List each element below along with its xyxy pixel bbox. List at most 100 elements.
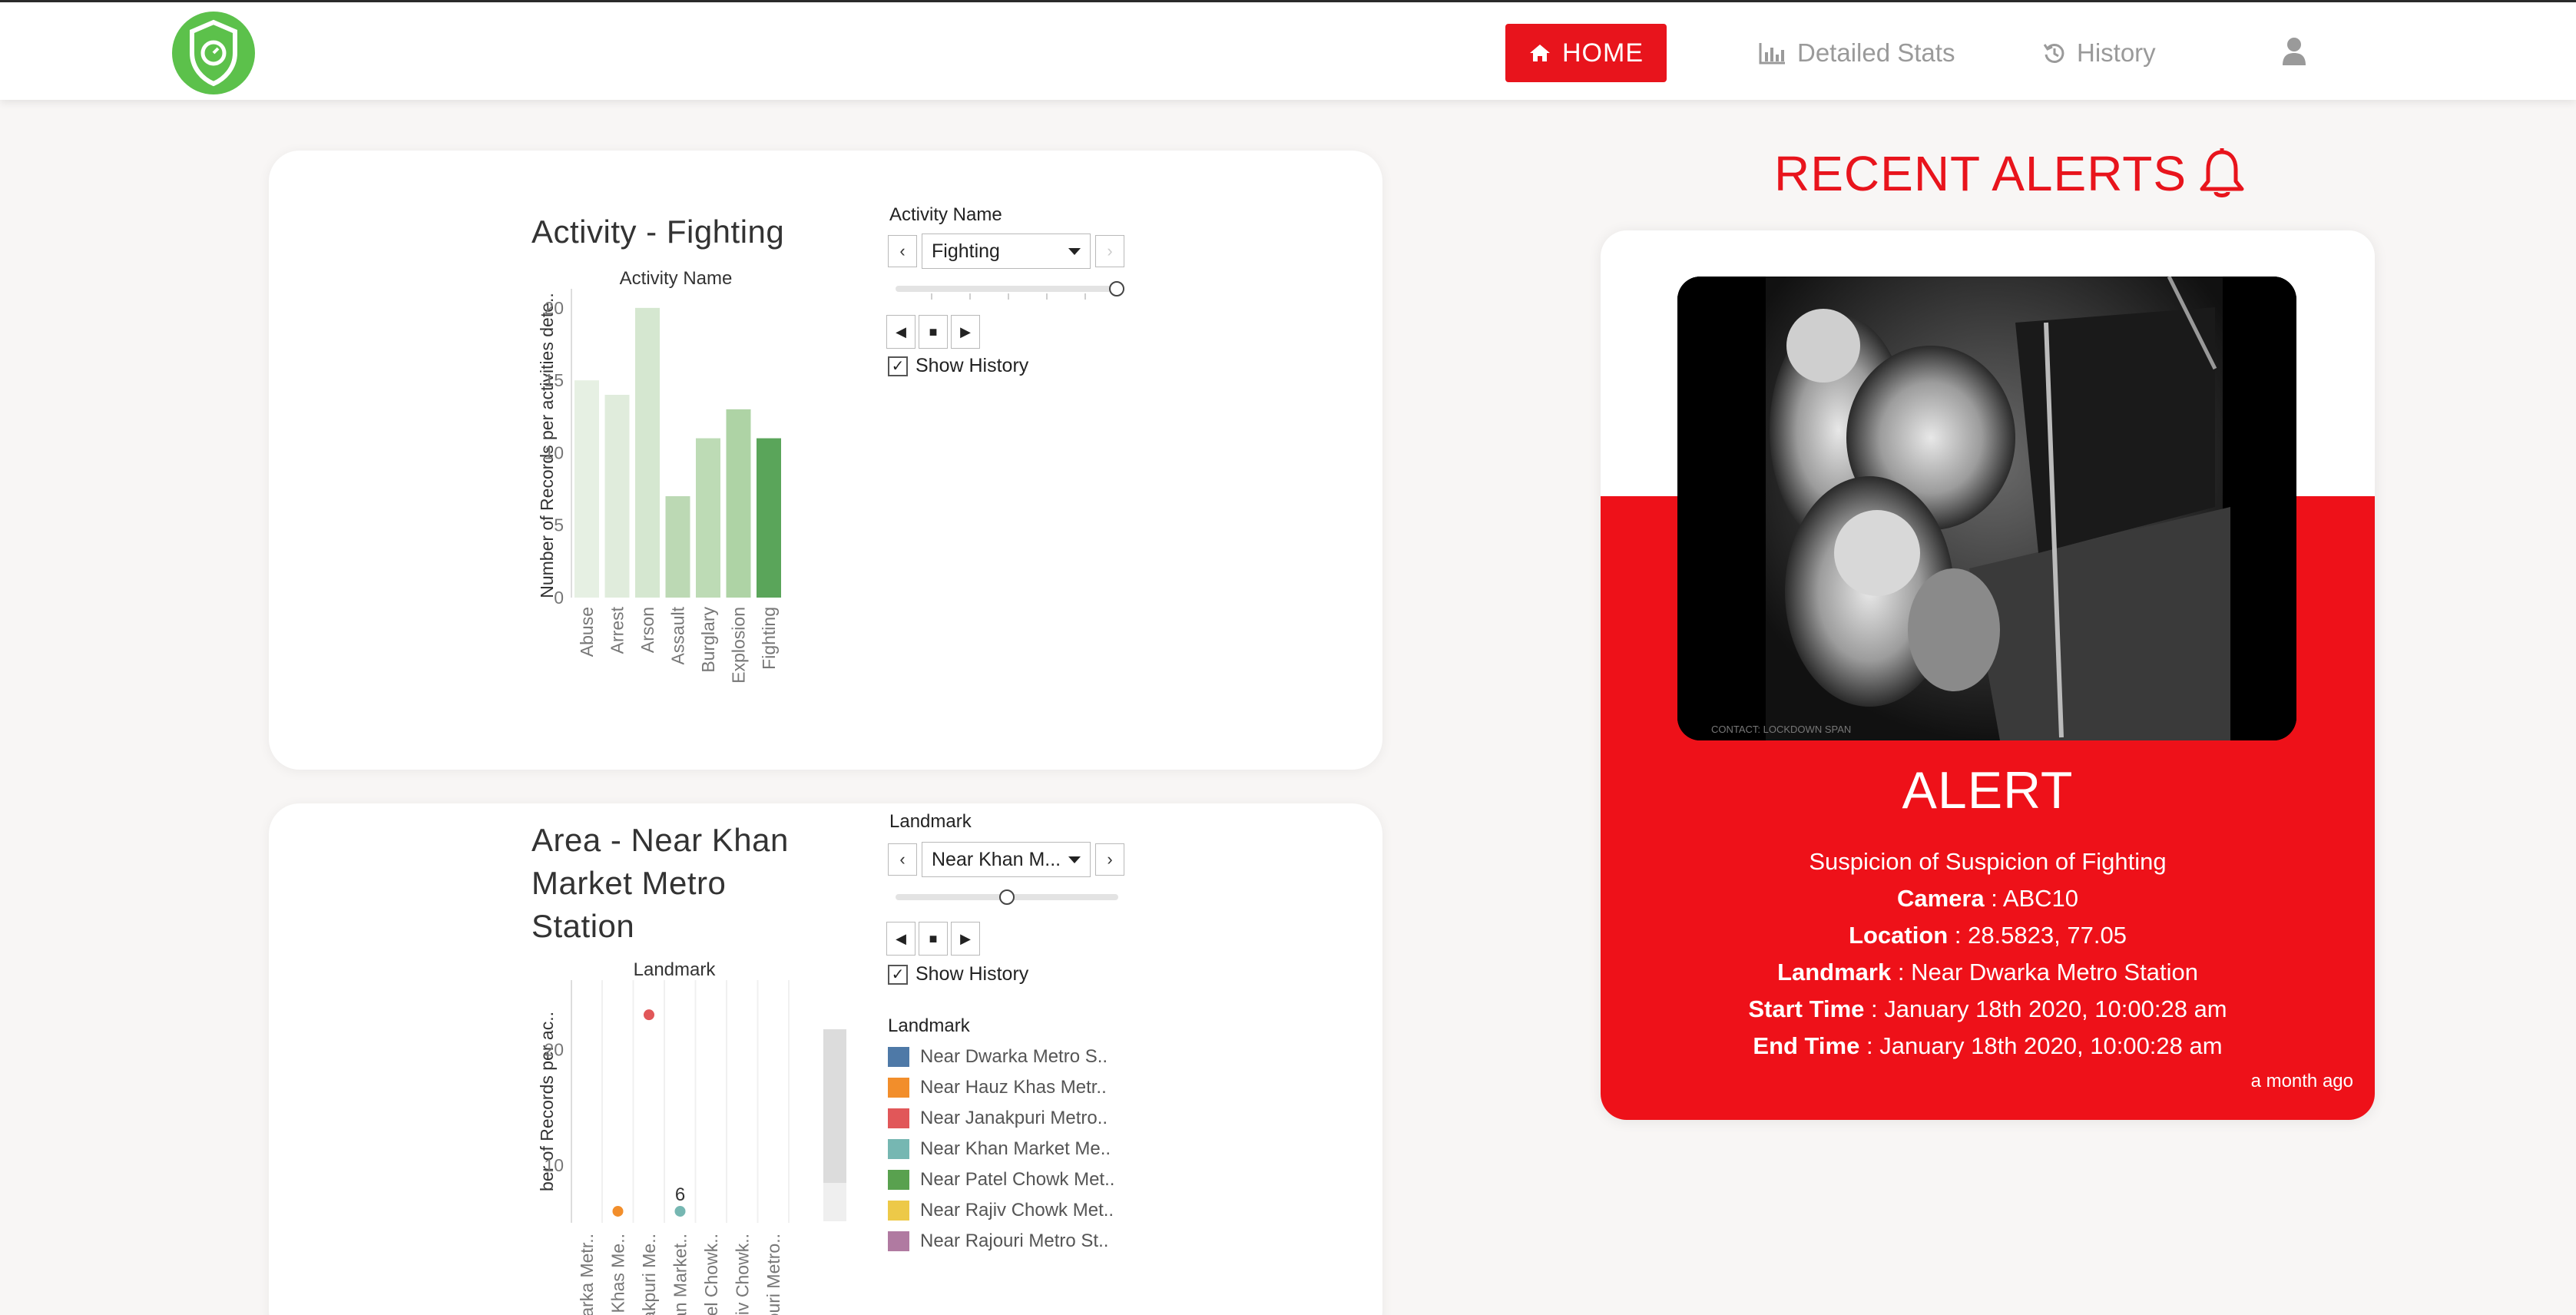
legend-item[interactable]: Near Khan Market Me.. — [888, 1138, 1111, 1160]
bar-explosion — [726, 409, 751, 598]
slider-tick — [1084, 293, 1086, 300]
alert-description: Suspicion of Suspicion of Fighting — [1809, 848, 2167, 875]
scatter-chart-scrollbar[interactable] — [823, 1029, 846, 1183]
history-icon — [2043, 43, 2064, 63]
alert-location-value: : 28.5823, 77.05 — [1948, 922, 2127, 949]
alert-location: Location : 28.5823, 77.05 — [1601, 922, 2375, 949]
landmark-legend-title: Landmark — [888, 1015, 970, 1036]
bar-chart-x-tick: Burglary — [698, 607, 718, 673]
chevron-down-icon — [1068, 856, 1081, 863]
alert-end-time: End Time : January 18th 2020, 10:00:28 a… — [1601, 1032, 2375, 1060]
alert-camera-value: : ABC10 — [1984, 885, 2079, 912]
bar-chart-y-tick: 10 — [544, 442, 564, 462]
legend-swatch — [888, 1047, 909, 1067]
legend-item[interactable]: Near Rajiv Chowk Met.. — [888, 1200, 1114, 1221]
user-icon[interactable] — [2281, 36, 2307, 67]
bar-chart-title: Activity Name — [620, 268, 733, 289]
landmark-step-back-button[interactable]: ◀ — [886, 922, 916, 956]
activity-viz-title: Activity - Fighting — [531, 214, 785, 250]
alert-landmark-value: : Near Dwarka Metro Station — [1891, 959, 2198, 985]
bar-abuse — [574, 380, 599, 598]
scatter-point — [674, 1205, 686, 1217]
scatter-point-label: 6 — [675, 1184, 685, 1205]
landmark-stop-button[interactable]: ■ — [919, 922, 948, 956]
bar-chart-x-tick: Arrest — [608, 606, 627, 654]
legend-item[interactable]: Near Dwarka Metro S.. — [888, 1046, 1108, 1068]
alert-snapshot-image[interactable]: CONTACT: LOCKDOWN SPAN — [1677, 277, 2296, 740]
activity-show-history-checkbox[interactable]: ✓ — [888, 356, 908, 376]
scatter-chart-x-tick: Khan Market.. — [670, 1234, 690, 1315]
scatter-chart-x-tick: Hauz Khas Me.. — [608, 1234, 628, 1315]
bar-fighting — [757, 438, 781, 598]
bar-arrest — [604, 395, 630, 598]
activity-slider-knob[interactable] — [1109, 281, 1124, 296]
legend-swatch — [888, 1139, 909, 1159]
activity-prev-button[interactable]: ‹ — [888, 235, 917, 267]
bar-assault — [665, 496, 690, 598]
scatter-chart-y-tick: 10 — [544, 1155, 564, 1175]
scatter-chart-x-tick: Dwarka Metr.. — [577, 1234, 597, 1315]
landmark-show-history-toggle[interactable]: ✓ Show History — [888, 963, 1028, 985]
slider-tick — [969, 293, 971, 300]
legend-label: Near Janakpuri Metro.. — [920, 1108, 1108, 1128]
landmark-slider-knob[interactable] — [999, 889, 1015, 905]
landmark-play-button[interactable]: ▶ — [951, 922, 980, 956]
alert-start-time-label: Start Time — [1748, 995, 1865, 1022]
landmark-select[interactable]: Near Khan M... — [922, 842, 1091, 877]
activity-select[interactable]: Fighting — [922, 234, 1091, 269]
bar-chart-y-tick: 5 — [554, 515, 564, 535]
landmark-next-button[interactable]: › — [1095, 843, 1124, 876]
area-viz-card: Area - Near Khan Market Metro Station La… — [269, 803, 1382, 1315]
alert-landmark-label: Landmark — [1777, 959, 1892, 985]
home-icon — [1530, 45, 1550, 61]
alert-image-caption: CONTACT: LOCKDOWN SPAN — [1711, 724, 1851, 735]
alert-card[interactable]: CONTACT: LOCKDOWN SPAN ALERT Suspicion o… — [1601, 230, 2375, 1120]
landmark-scatter-chart[interactable]: Landmarkber of Records per ac..1020Dwark… — [530, 957, 891, 1315]
landmark-show-history-checkbox[interactable]: ✓ — [888, 964, 908, 985]
chevron-down-icon — [1068, 248, 1081, 255]
activity-next-button[interactable]: › — [1095, 235, 1124, 267]
legend-swatch — [888, 1170, 909, 1190]
slider-tick — [1046, 293, 1048, 300]
legend-swatch — [888, 1108, 909, 1128]
bar-chart-x-tick: Arson — [637, 607, 657, 653]
alert-end-time-label: End Time — [1753, 1032, 1860, 1059]
scatter-chart-x-tick: Janakpuri Me.. — [639, 1234, 659, 1315]
scatter-chart-x-tick: Rajouri Metro.. — [763, 1234, 783, 1315]
alert-camera: Camera : ABC10 — [1601, 885, 2375, 913]
legend-swatch — [888, 1231, 909, 1251]
nav-home-label: HOME — [1562, 38, 1644, 68]
legend-item[interactable]: Near Hauz Khas Metr.. — [888, 1077, 1107, 1098]
landmark-filter-label: Landmark — [889, 811, 972, 832]
activity-slider-track[interactable] — [896, 286, 1118, 292]
bar-chart-y-tick: 15 — [544, 370, 564, 390]
slider-tick — [931, 293, 932, 300]
alert-start-time-value: : January 18th 2020, 10:00:28 am — [1864, 995, 2227, 1022]
shield-logo-icon[interactable] — [169, 10, 258, 96]
legend-label: Near Dwarka Metro S.. — [920, 1046, 1108, 1067]
nav-home-button[interactable]: HOME — [1505, 24, 1667, 82]
activity-bar-chart[interactable]: Activity NameNumber of Records per activ… — [530, 266, 868, 742]
legend-label: Near Patel Chowk Met.. — [920, 1169, 1115, 1190]
activity-step-back-button[interactable]: ◀ — [886, 315, 916, 349]
bar-burglary — [696, 438, 720, 598]
area-viz-title-line1: Area - Near Khan — [531, 822, 789, 858]
alert-start-time: Start Time : January 18th 2020, 10:00:28… — [1601, 995, 2375, 1023]
legend-item[interactable]: Near Rajouri Metro St.. — [888, 1231, 1108, 1252]
legend-item[interactable]: Near Patel Chowk Met.. — [888, 1169, 1114, 1191]
nav-detailed-stats-label: Detailed Stats — [1797, 38, 1955, 67]
activity-stop-button[interactable]: ■ — [919, 315, 948, 349]
legend-item[interactable]: Near Janakpuri Metro.. — [888, 1108, 1108, 1129]
bar-chart-x-tick: Abuse — [577, 607, 597, 657]
alert-location-label: Location — [1849, 922, 1949, 949]
nav-detailed-stats-link[interactable]: Detailed Stats — [1759, 24, 1955, 82]
activity-play-button[interactable]: ▶ — [951, 315, 980, 349]
landmark-prev-button[interactable]: ‹ — [888, 843, 917, 876]
nav-history-link[interactable]: History — [2043, 24, 2156, 82]
cctv-frame-icon: CONTACT: LOCKDOWN SPAN — [1677, 277, 2296, 740]
alert-camera-label: Camera — [1896, 885, 1985, 912]
scatter-point — [644, 1009, 654, 1021]
alert-title: ALERT — [1902, 761, 2074, 820]
activity-show-history-toggle[interactable]: ✓ Show History — [888, 355, 1028, 377]
activity-filter-label: Activity Name — [889, 204, 1002, 225]
